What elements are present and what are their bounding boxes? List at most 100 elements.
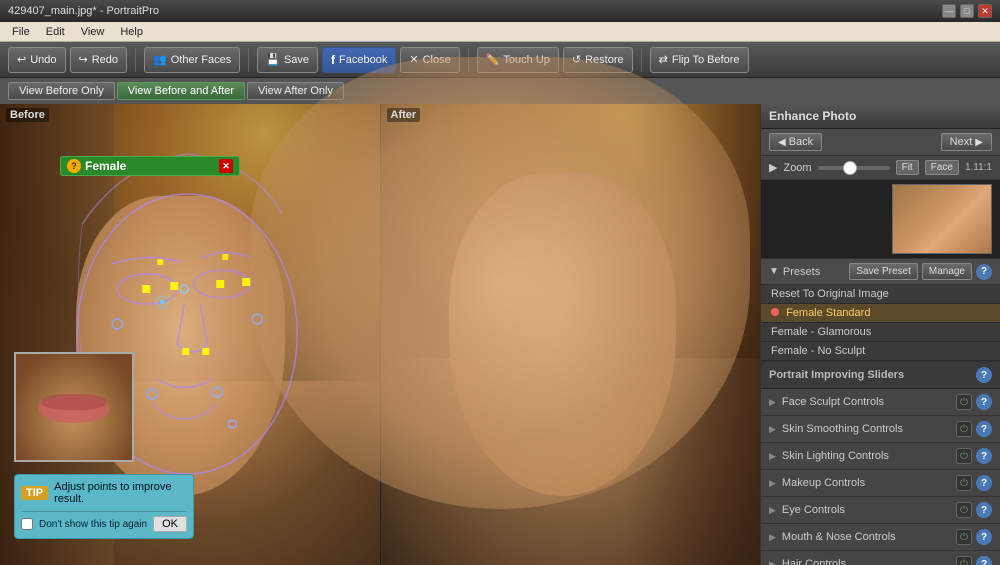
hair-arrow-icon: ▶ xyxy=(769,559,776,565)
skin-lighting-controls: ⏻ ? xyxy=(956,448,992,464)
menu-edit[interactable]: Edit xyxy=(38,24,73,40)
tip-badge: TIP xyxy=(21,486,48,500)
presets-row: ▼ Presets Save Preset Manage ? xyxy=(761,259,1000,285)
redo-icon: ↪ xyxy=(79,53,88,66)
next-arrow-icon: ▶ xyxy=(975,137,983,148)
window-close-button[interactable]: ✕ xyxy=(978,4,992,18)
menu-view[interactable]: View xyxy=(73,24,113,40)
skin-smoothing-controls: ⏻ ? xyxy=(956,421,992,437)
skin-smoothing-power-button[interactable]: ⏻ xyxy=(956,421,972,437)
zoom-slider-thumb xyxy=(843,161,857,175)
preset-reset[interactable]: Reset To Original Image xyxy=(761,285,1000,304)
flip-icon: ⇄ xyxy=(659,53,668,66)
view-before-only-button[interactable]: View Before Only xyxy=(8,82,115,100)
toolbar-separator-1 xyxy=(135,48,136,72)
face-sculpt-power-button[interactable]: ⏻ xyxy=(956,394,972,410)
undo-button[interactable]: ↩ Undo xyxy=(8,47,66,73)
skin-smoothing-help-button[interactable]: ? xyxy=(976,421,992,437)
right-sidebar: Enhance Photo ◀ Back Next ▶ ▶ Zoom Fit F… xyxy=(760,104,1000,565)
undo-icon: ↩ xyxy=(17,53,26,66)
menubar: File Edit View Help xyxy=(0,22,1000,42)
sidebar-nav: ◀ Back Next ▶ xyxy=(761,129,1000,156)
eye-controls-row[interactable]: ▶ Eye Controls ⏻ ? xyxy=(761,497,1000,524)
skin-smoothing-row[interactable]: ▶ Skin Smoothing Controls ⏻ ? xyxy=(761,416,1000,443)
back-arrow-icon: ◀ xyxy=(778,137,786,148)
titlebar-controls: — □ ✕ xyxy=(942,4,992,18)
skin-lighting-arrow-icon: ▶ xyxy=(769,451,776,462)
hair-controls: ⏻ ? xyxy=(956,556,992,565)
titlebar: 429407_main.jpg* - PortraitPro — □ ✕ xyxy=(0,0,1000,22)
save-icon: 💾 xyxy=(266,53,280,66)
after-label: After xyxy=(387,108,421,122)
skin-lighting-help-button[interactable]: ? xyxy=(976,448,992,464)
hair-power-button[interactable]: ⏻ xyxy=(956,556,972,565)
makeup-controls: ⏻ ? xyxy=(956,475,992,491)
back-button[interactable]: ◀ Back xyxy=(769,133,822,151)
skin-lighting-power-button[interactable]: ⏻ xyxy=(956,448,972,464)
menu-file[interactable]: File xyxy=(4,24,38,40)
mouth-nose-help-button[interactable]: ? xyxy=(976,529,992,545)
tip-footer: Don't show this tip again OK xyxy=(21,511,187,532)
facebook-icon: f xyxy=(331,53,335,67)
question-icon: ? xyxy=(67,159,81,173)
tip-box: TIP Adjust points to improve result. Don… xyxy=(14,474,194,539)
toolbar-separator-2 xyxy=(248,48,249,72)
presets-help-button[interactable]: ? xyxy=(976,264,992,280)
eye-controls: ⏻ ? xyxy=(956,502,992,518)
sidebar-header: Enhance Photo xyxy=(761,104,1000,129)
face-sculpt-row[interactable]: ▶ Face Sculpt Controls ⏻ ? xyxy=(761,389,1000,416)
thumbnail-image xyxy=(892,184,992,254)
eye-power-button[interactable]: ⏻ xyxy=(956,502,972,518)
hair-help-button[interactable]: ? xyxy=(976,556,992,565)
other-faces-button[interactable]: 👥 Other Faces xyxy=(144,47,240,73)
female-close-button[interactable]: ✕ xyxy=(219,159,233,173)
main-layout: Before ? Female ✕ xyxy=(0,104,1000,565)
preset-list: Reset To Original Image Female Standard … xyxy=(761,285,1000,362)
faces-icon: 👥 xyxy=(153,53,167,66)
save-button[interactable]: 💾 Save xyxy=(257,47,318,73)
zoom-fit-button[interactable]: Fit xyxy=(896,160,919,175)
save-preset-button[interactable]: Save Preset xyxy=(849,263,917,280)
tip-text: Adjust points to improve result. xyxy=(54,481,187,505)
titlebar-title: 429407_main.jpg* - PortraitPro xyxy=(8,5,159,17)
manage-presets-button[interactable]: Manage xyxy=(922,263,972,280)
female-label: ? Female ✕ xyxy=(60,156,240,176)
tip-checkbox[interactable] xyxy=(21,518,33,530)
face-sculpt-arrow-icon: ▶ xyxy=(769,397,776,408)
sliders-section-header: Portrait Improving Sliders ? xyxy=(761,362,1000,389)
preset-female-standard[interactable]: Female Standard xyxy=(761,304,1000,323)
selected-dot xyxy=(771,308,779,316)
view-before-after-button[interactable]: View Before and After xyxy=(117,82,245,100)
menu-help[interactable]: Help xyxy=(112,24,151,40)
next-button[interactable]: Next ▶ xyxy=(941,133,992,151)
maximize-button[interactable]: □ xyxy=(960,4,974,18)
mouth-nose-power-button[interactable]: ⏻ xyxy=(956,529,972,545)
thumbnail-area xyxy=(761,180,1000,259)
hair-controls-row[interactable]: ▶ Hair Controls ⏻ ? xyxy=(761,551,1000,565)
skin-lighting-row[interactable]: ▶ Skin Lighting Controls ⏻ ? xyxy=(761,443,1000,470)
minimize-button[interactable]: — xyxy=(942,4,956,18)
makeup-row[interactable]: ▶ Makeup Controls ⏻ ? xyxy=(761,470,1000,497)
redo-button[interactable]: ↪ Redo xyxy=(70,47,128,73)
eye-controls-arrow-icon: ▶ xyxy=(769,505,776,516)
presets-arrow-icon[interactable]: ▼ xyxy=(769,266,779,277)
mouth-nose-controls: ⏻ ? xyxy=(956,529,992,545)
makeup-arrow-icon: ▶ xyxy=(769,478,776,489)
zoom-slider[interactable] xyxy=(818,166,890,170)
zoom-face-button[interactable]: Face xyxy=(925,160,959,175)
tip-ok-button[interactable]: OK xyxy=(153,516,187,532)
makeup-help-button[interactable]: ? xyxy=(976,475,992,491)
flip-to-before-button[interactable]: ⇄ Flip To Before xyxy=(650,47,749,73)
mouth-nose-row[interactable]: ▶ Mouth & Nose Controls ⏻ ? xyxy=(761,524,1000,551)
zoom-value: 1.11:1 xyxy=(965,162,992,173)
preset-female-glamorous[interactable]: Female - Glamorous xyxy=(761,323,1000,342)
face-sculpt-help-button[interactable]: ? xyxy=(976,394,992,410)
preset-female-no-sculpt[interactable]: Female - No Sculpt xyxy=(761,342,1000,361)
eye-help-button[interactable]: ? xyxy=(976,502,992,518)
face-sculpt-controls: ⏻ ? xyxy=(956,394,992,410)
toolbar-separator-4 xyxy=(641,48,642,72)
makeup-power-button[interactable]: ⏻ xyxy=(956,475,972,491)
sliders-help-button[interactable]: ? xyxy=(976,367,992,383)
zoom-row: ▶ Zoom Fit Face 1.11:1 xyxy=(761,156,1000,180)
zoom-arrow-icon: ▶ xyxy=(769,161,777,174)
